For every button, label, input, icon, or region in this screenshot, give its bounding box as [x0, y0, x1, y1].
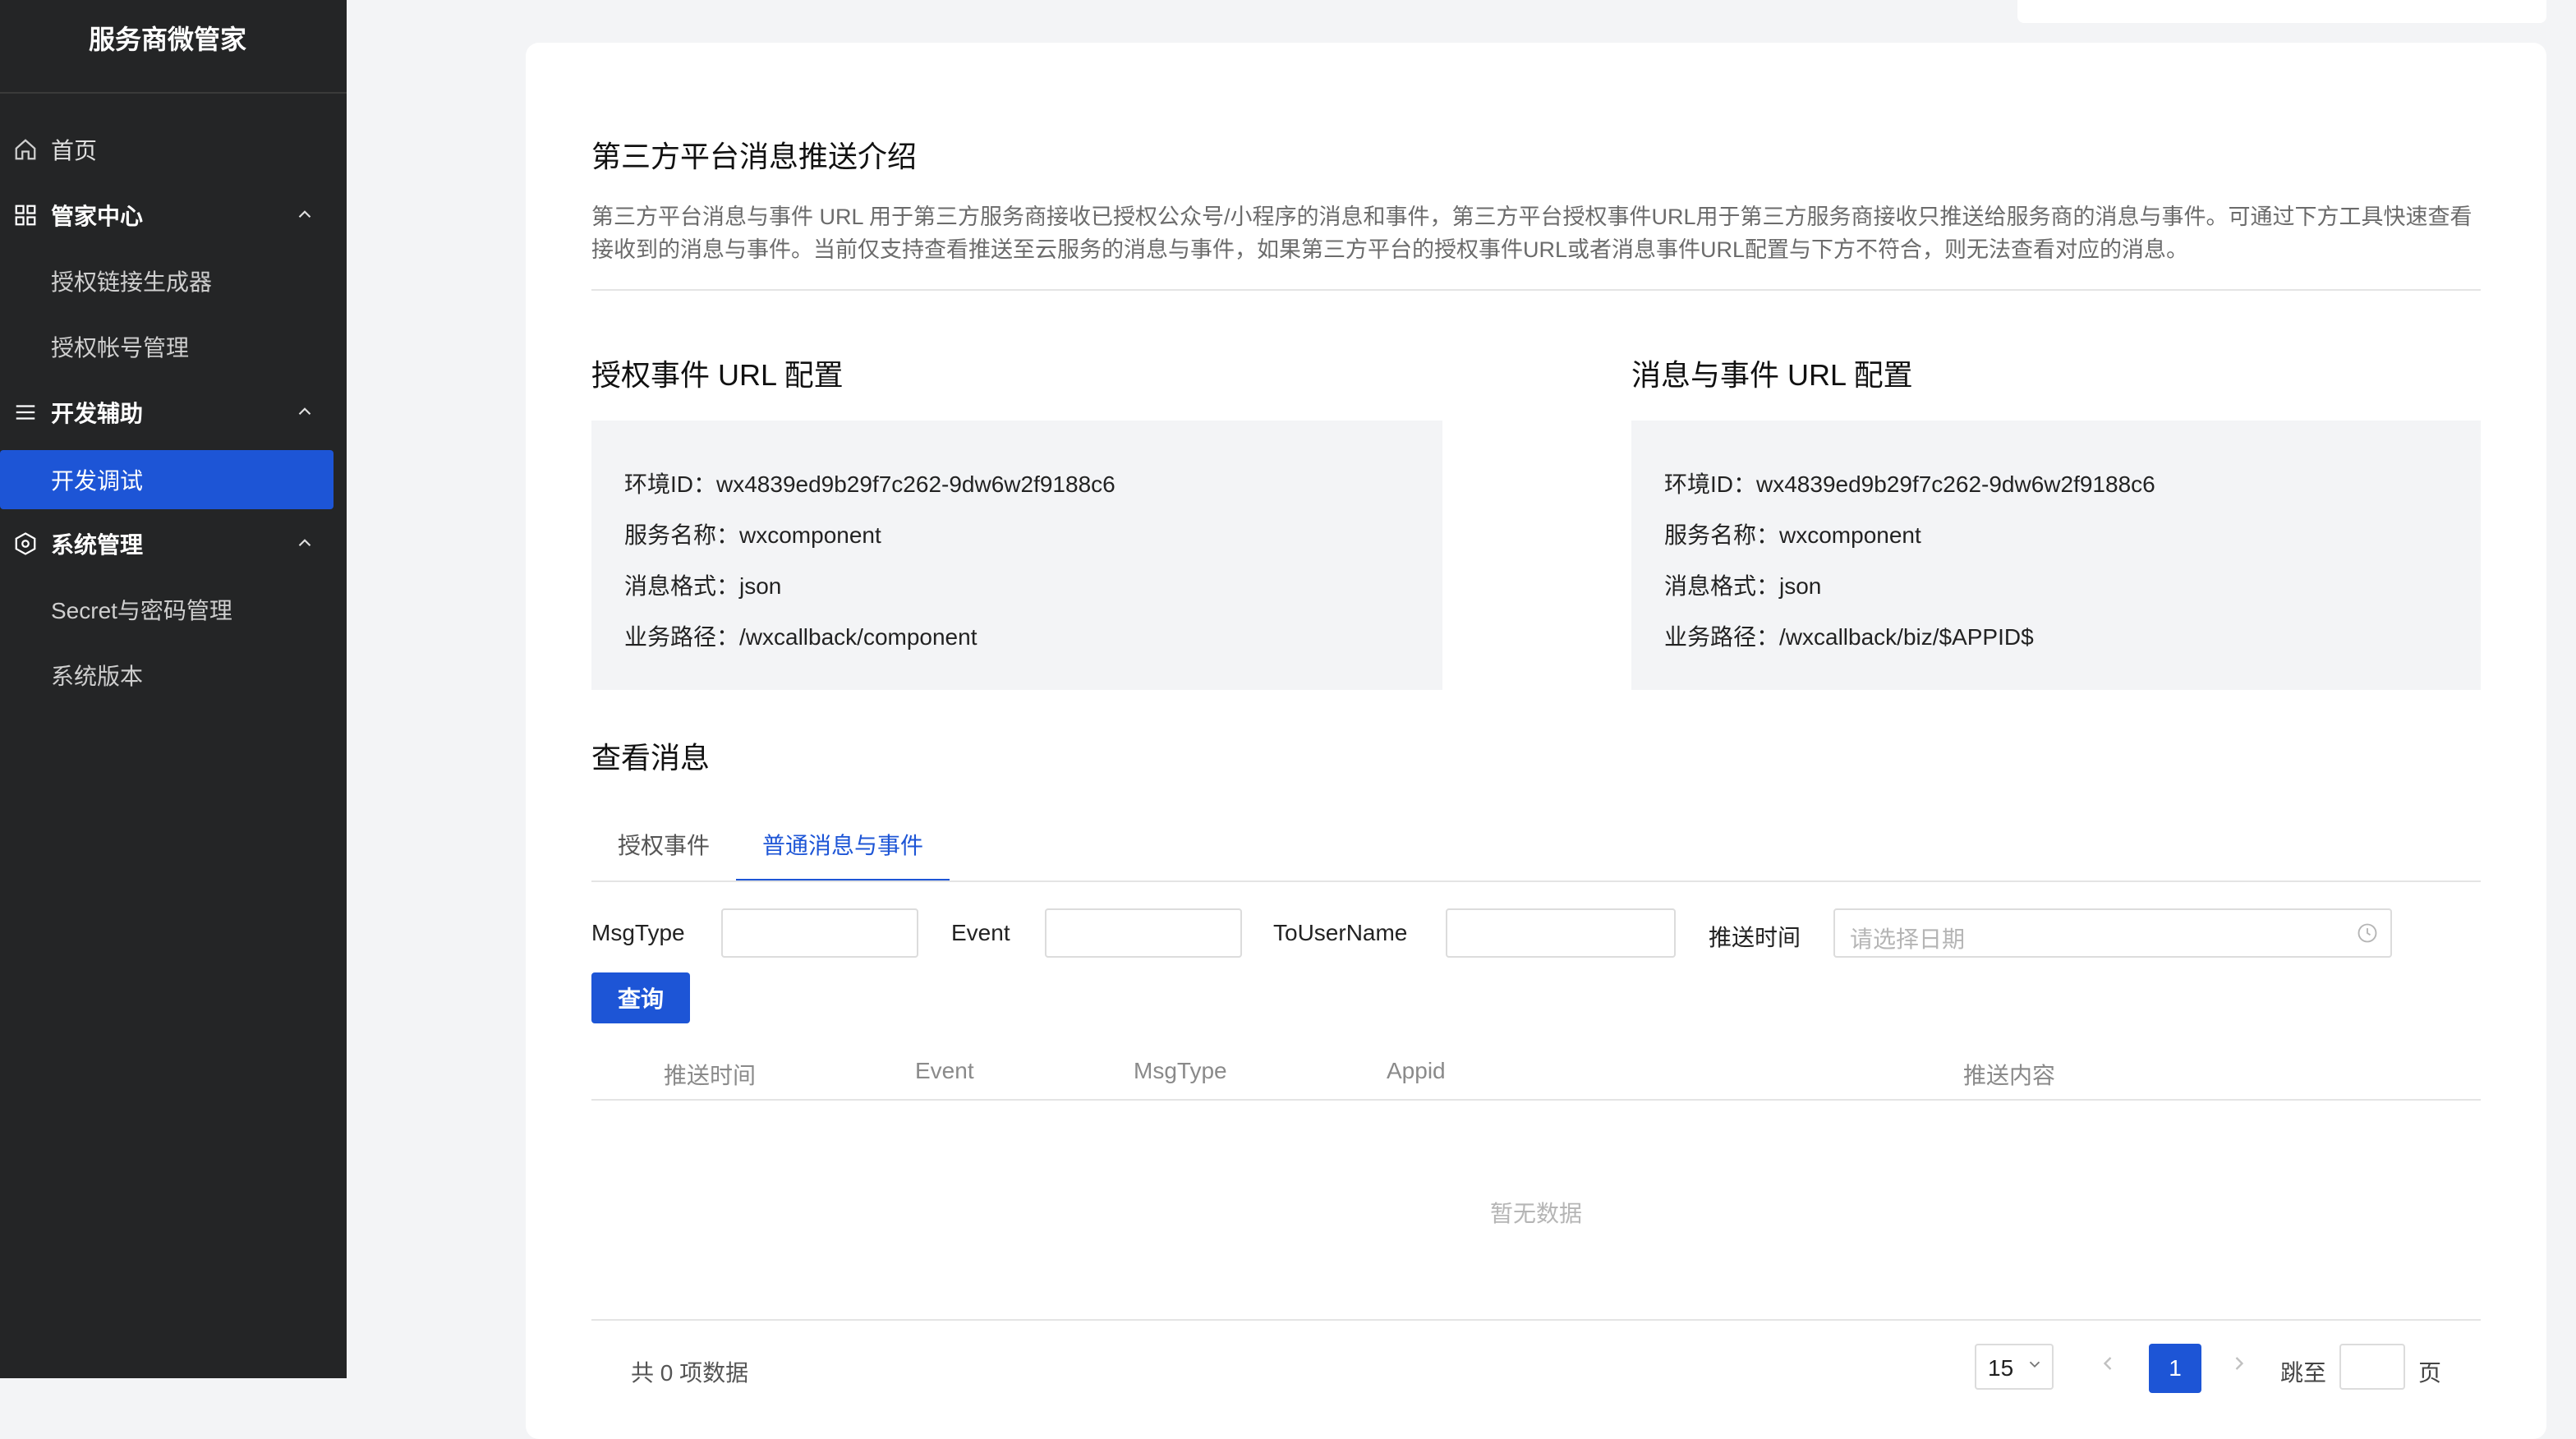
- event-input[interactable]: [1045, 908, 1242, 958]
- sidebar-item-label: Secret与密码管理: [51, 598, 232, 623]
- date-picker[interactable]: 请选择日期: [1833, 908, 2392, 958]
- column-header-event: Event: [915, 1058, 974, 1083]
- sidebar-item-label: 系统管理: [51, 532, 144, 558]
- auth-service-name: 服务名称：wxcomponent: [624, 522, 881, 548]
- sidebar-group-manager-center[interactable]: 管家中心: [0, 186, 334, 245]
- tab-auth-events[interactable]: 授权事件: [618, 828, 710, 861]
- chevron-down-icon: [2026, 1355, 2044, 1377]
- divider: [591, 289, 2481, 291]
- event-label: Event: [951, 920, 1010, 945]
- chevron-up-icon[interactable]: [294, 532, 315, 559]
- messages-title: 查看消息: [591, 741, 711, 775]
- auth-env-id: 环境ID：wx4839ed9b29f7c262-9dw6w2f9188c6: [624, 471, 1116, 497]
- sidebar-item-label: 开发辅助: [51, 401, 144, 426]
- auth-config-panel: 环境ID：wx4839ed9b29f7c262-9dw6w2f9188c6 服务…: [591, 421, 1442, 690]
- top-right-card: [2017, 0, 2546, 23]
- page-unit-label: 页: [2418, 1360, 2442, 1386]
- intro-description: 第三方平台消息与事件 URL 用于第三方服务商接收已授权公众号/小程序的消息和事…: [591, 205, 2472, 262]
- home-icon: [0, 137, 51, 162]
- sidebar-item-label: 首页: [51, 138, 98, 163]
- table-header-divider: [591, 1099, 2481, 1101]
- clock-icon: [2356, 922, 2379, 949]
- hexagon-settings-icon: [0, 531, 51, 556]
- msg-business-path: 业务路径：/wxcallback/biz/$APPID$: [1664, 624, 2034, 650]
- sidebar-item-auth-link-generator[interactable]: 授权链接生成器: [0, 251, 334, 310]
- jump-page-input[interactable]: [2339, 1344, 2405, 1390]
- sidebar-item-label: 开发调试: [51, 468, 144, 494]
- sidebar-item-auth-account-management[interactable]: 授权帐号管理: [0, 317, 334, 376]
- sidebar-item-label: 系统版本: [51, 664, 144, 689]
- page-1-button[interactable]: 1: [2149, 1344, 2201, 1393]
- msg-config-title: 消息与事件 URL 配置: [1631, 358, 1913, 392]
- msg-config-panel: 环境ID：wx4839ed9b29f7c262-9dw6w2f9188c6 服务…: [1631, 421, 2481, 690]
- total-count: 共 0 项数据: [631, 1360, 749, 1386]
- column-header-push-content: 推送内容: [1963, 1063, 2056, 1088]
- msgtype-input[interactable]: [721, 908, 918, 958]
- msg-message-format: 消息格式：json: [1664, 573, 1822, 599]
- sidebar-item-dev-debug[interactable]: 开发调试: [0, 450, 334, 509]
- intro-title: 第三方平台消息推送介绍: [591, 140, 918, 173]
- sidebar-item-label: 管家中心: [51, 204, 144, 229]
- auth-config-title: 授权事件 URL 配置: [591, 358, 844, 392]
- tousername-label: ToUserName: [1273, 920, 1408, 945]
- table-footer-divider: [591, 1319, 2481, 1321]
- column-header-appid: Appid: [1387, 1058, 1446, 1083]
- prev-page-icon[interactable]: [2096, 1352, 2119, 1379]
- sidebar-item-label: 授权链接生成器: [51, 269, 213, 295]
- menu-icon: [0, 400, 51, 425]
- jump-to-label: 跳至: [2280, 1360, 2327, 1386]
- tabs-divider: [591, 880, 2481, 882]
- msg-env-id: 环境ID：wx4839ed9b29f7c262-9dw6w2f9188c6: [1664, 471, 2155, 497]
- sidebar: 服务商微管家 首页 管家中心 授权链接生成器 授权帐号管理 开发辅助 开发调试: [0, 0, 347, 1378]
- auth-business-path: 业务路径：/wxcallback/component: [624, 624, 978, 650]
- app-title: 服务商微管家: [0, 0, 347, 94]
- column-header-push-time: 推送时间: [664, 1063, 757, 1088]
- page-size-value: 15: [1988, 1355, 2014, 1381]
- msgtype-label: MsgType: [591, 920, 685, 945]
- page-size-select[interactable]: 15: [1975, 1344, 2054, 1390]
- sidebar-item-system-version[interactable]: 系统版本: [0, 646, 334, 705]
- next-page-icon[interactable]: [2228, 1352, 2251, 1379]
- chevron-up-icon[interactable]: [294, 401, 315, 428]
- msg-service-name: 服务名称：wxcomponent: [1664, 522, 1921, 548]
- query-button[interactable]: 查询: [591, 972, 690, 1023]
- push-time-label: 推送时间: [1709, 925, 1801, 950]
- auth-message-format: 消息格式：json: [624, 573, 782, 599]
- tousername-input[interactable]: [1446, 908, 1676, 958]
- grid-icon: [0, 203, 51, 228]
- empty-state: 暂无数据: [1490, 1201, 1583, 1226]
- sidebar-item-label: 授权帐号管理: [51, 335, 190, 361]
- sidebar-item-home[interactable]: 首页: [0, 120, 334, 179]
- chevron-up-icon[interactable]: [294, 204, 315, 231]
- sidebar-group-system-management[interactable]: 系统管理: [0, 514, 334, 573]
- column-header-msgtype: MsgType: [1134, 1058, 1227, 1083]
- sidebar-item-secret-password[interactable]: Secret与密码管理: [0, 580, 334, 639]
- sidebar-group-dev-assist[interactable]: 开发辅助: [0, 383, 334, 442]
- date-placeholder: 请选择日期: [1850, 926, 1966, 952]
- tab-normal-messages[interactable]: 普通消息与事件: [762, 828, 923, 861]
- main-content-card: 第三方平台消息推送介绍 第三方平台消息与事件 URL 用于第三方服务商接收已授权…: [526, 43, 2546, 1439]
